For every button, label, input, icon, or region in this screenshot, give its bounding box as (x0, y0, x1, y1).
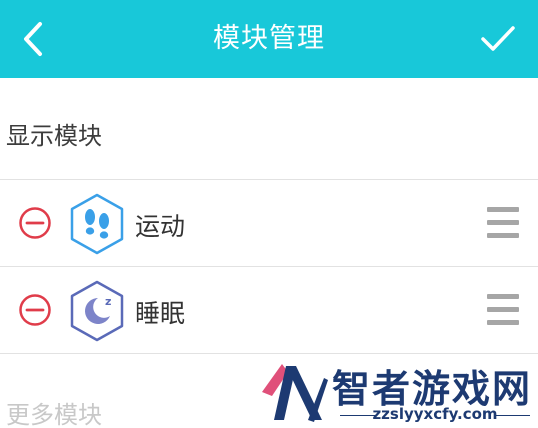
shown-modules-heading: 显示模块 (6, 122, 102, 150)
svg-text:z: z (105, 295, 111, 308)
watermark-rule (494, 415, 530, 416)
module-label: 运动 (135, 212, 186, 241)
confirm-button[interactable] (470, 14, 526, 64)
footprints-icon (68, 192, 126, 256)
minus-circle-icon (19, 294, 51, 326)
remove-module-button[interactable] (18, 206, 52, 240)
more-modules-heading: 更多模块 (6, 401, 102, 428)
remove-module-button[interactable] (18, 293, 52, 327)
drag-handle-icon[interactable] (484, 292, 522, 328)
moon-sleep-icon: z (68, 279, 126, 343)
divider (0, 353, 538, 354)
page-title: 模块管理 (213, 23, 325, 54)
top-bar: 模块管理 (0, 0, 538, 78)
watermark-url: zzslyyxcfy.com (372, 405, 498, 423)
drag-handle-icon[interactable] (484, 205, 522, 241)
module-manager-screen: 模块管理 显示模块 运动 z 睡眠 更多模块 智者游戏网 zzslyyxcfy.… (0, 0, 538, 428)
module-row-exercise: 运动 (0, 180, 538, 266)
module-row-sleep: z 睡眠 (0, 267, 538, 353)
watermark-logo-icon (262, 364, 328, 422)
checkmark-icon (481, 26, 515, 51)
minus-circle-icon (19, 207, 51, 239)
module-label: 睡眠 (135, 299, 186, 328)
site-watermark: 智者游戏网 zzslyyxcfy.com (256, 358, 538, 428)
